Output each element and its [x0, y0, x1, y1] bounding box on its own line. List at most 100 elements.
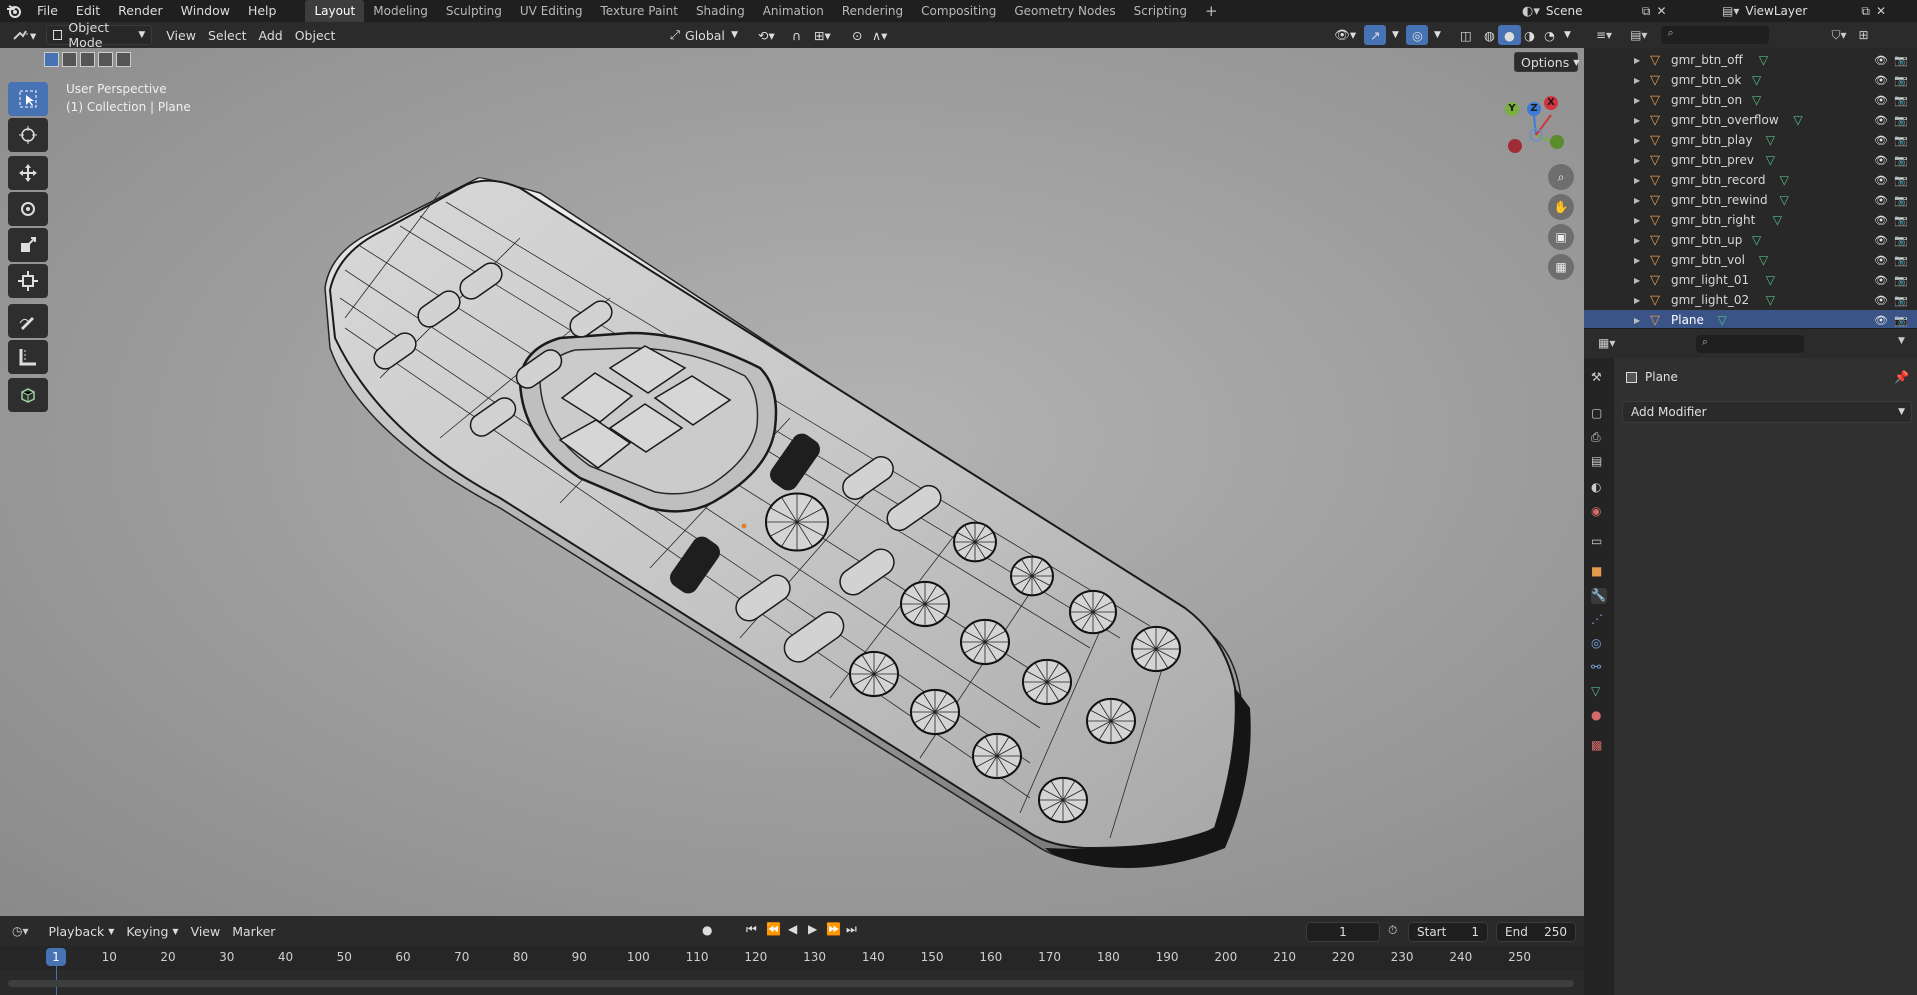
- falloff-icon[interactable]: ∧▾: [866, 25, 893, 45]
- menu-object[interactable]: Object: [289, 25, 342, 45]
- collection-tab-icon[interactable]: ▭: [1591, 534, 1607, 550]
- stopwatch-icon[interactable]: ⏱: [1388, 923, 1397, 938]
- eye-icon[interactable]: 👁: [1874, 274, 1888, 287]
- render-tab-icon[interactable]: ▢: [1591, 406, 1607, 422]
- eye-icon[interactable]: 👁: [1874, 214, 1888, 227]
- camera-icon[interactable]: 📷: [1894, 314, 1908, 327]
- mesh-data-icon[interactable]: ▽: [1759, 253, 1768, 267]
- outliner-row[interactable]: ▶ ▽ gmr_light_02 ▽ 👁 📷: [1584, 290, 1917, 310]
- tab-modeling[interactable]: Modeling: [364, 0, 437, 22]
- visibility-icon[interactable]: 👁▾: [1328, 25, 1362, 45]
- outliner-row[interactable]: ▶ ▽ gmr_btn_vol ▽ 👁 📷: [1584, 250, 1917, 270]
- outliner-item-name[interactable]: gmr_btn_play: [1671, 133, 1753, 147]
- outliner-row[interactable]: ▶ ▽ gmr_light_01 ▽ 👁 📷: [1584, 270, 1917, 290]
- properties-editor-icon[interactable]: ▦▾: [1598, 336, 1615, 350]
- round-button[interactable]: [972, 732, 1022, 780]
- tab-layout[interactable]: Layout: [305, 0, 365, 22]
- camera-icon[interactable]: 📷: [1894, 234, 1908, 247]
- menu-window[interactable]: Window: [172, 0, 239, 22]
- camera-icon[interactable]: 📷: [1894, 54, 1908, 67]
- round-button[interactable]: [1010, 555, 1054, 597]
- outliner-item-name[interactable]: gmr_btn_off: [1671, 53, 1743, 67]
- eye-icon[interactable]: 👁: [1874, 114, 1888, 127]
- eye-icon[interactable]: 👁: [1874, 254, 1888, 267]
- round-button[interactable]: [765, 492, 829, 552]
- expand-arrow-icon[interactable]: ▶: [1634, 196, 1640, 205]
- scene-tab-icon[interactable]: ◐: [1591, 480, 1607, 496]
- playhead[interactable]: 1: [46, 948, 66, 966]
- play-reverse-icon[interactable]: ◀: [788, 922, 797, 936]
- properties-search-input[interactable]: ⌕: [1696, 335, 1804, 353]
- eye-icon[interactable]: 👁: [1874, 174, 1888, 187]
- object-tab-icon[interactable]: ■: [1591, 564, 1607, 580]
- round-button[interactable]: [900, 580, 950, 628]
- expand-arrow-icon[interactable]: ▶: [1634, 276, 1640, 285]
- display-mode-icon[interactable]: ▤▾: [1630, 28, 1647, 42]
- expand-arrow-icon[interactable]: ▶: [1634, 256, 1640, 265]
- outliner-item-name[interactable]: gmr_btn_vol: [1671, 253, 1745, 267]
- menu-render[interactable]: Render: [109, 0, 172, 22]
- remote-mesh[interactable]: [0, 48, 1584, 916]
- view-layer-name[interactable]: ViewLayer: [1745, 4, 1855, 18]
- camera-icon[interactable]: 📷: [1894, 74, 1908, 87]
- camera-icon[interactable]: 📷: [1894, 194, 1908, 207]
- tab-texture-paint[interactable]: Texture Paint: [592, 0, 687, 22]
- scene-icon[interactable]: ◐▾: [1522, 4, 1540, 19]
- expand-arrow-icon[interactable]: ▶: [1634, 176, 1640, 185]
- eye-icon[interactable]: 👁: [1874, 134, 1888, 147]
- mesh-data-icon[interactable]: ▽: [1752, 233, 1761, 247]
- outliner-row[interactable]: ▶ ▽ gmr_btn_play ▽ 👁 📷: [1584, 130, 1917, 150]
- round-button[interactable]: [910, 688, 960, 736]
- eye-icon[interactable]: 👁: [1874, 314, 1888, 327]
- modifier-tab-icon[interactable]: 🔧: [1591, 588, 1607, 604]
- record-icon[interactable]: ●: [702, 923, 712, 937]
- world-tab-icon[interactable]: ◉: [1591, 504, 1607, 520]
- menu-playback[interactable]: Playback ▼: [43, 921, 121, 941]
- round-button[interactable]: [960, 618, 1010, 666]
- menu-keying[interactable]: Keying ▼: [120, 921, 184, 941]
- blender-logo-icon[interactable]: [0, 0, 28, 22]
- outliner-row[interactable]: ▶ ▽ gmr_btn_record ▽ 👁 📷: [1584, 170, 1917, 190]
- view-layer-tab-icon[interactable]: ▤: [1591, 454, 1607, 470]
- expand-arrow-icon[interactable]: ▶: [1634, 56, 1640, 65]
- add-modifier-dropdown[interactable]: Add Modifier ▼: [1622, 401, 1912, 423]
- eye-icon[interactable]: 👁: [1874, 234, 1888, 247]
- jump-prev-keyframe-icon[interactable]: ⏪: [766, 922, 781, 936]
- expand-arrow-icon[interactable]: ▶: [1634, 156, 1640, 165]
- scene-name[interactable]: Scene: [1546, 4, 1636, 18]
- timeline-editor-icon[interactable]: ◷▾: [12, 924, 29, 938]
- round-button[interactable]: [1086, 697, 1136, 745]
- timeline-scrollbar[interactable]: [8, 980, 1574, 987]
- outliner-item-name[interactable]: gmr_btn_up: [1671, 233, 1742, 247]
- outliner-row[interactable]: ▶ ▽ gmr_btn_rewind ▽ 👁 📷: [1584, 190, 1917, 210]
- round-button[interactable]: [1022, 658, 1072, 706]
- camera-icon[interactable]: 📷: [1894, 294, 1908, 307]
- round-button[interactable]: [849, 650, 899, 698]
- mesh-data-icon[interactable]: ▽: [1752, 73, 1761, 87]
- tab-shading[interactable]: Shading: [687, 0, 754, 22]
- gizmo-dropdown-icon[interactable]: ▼: [1386, 25, 1405, 45]
- shading-dropdown-icon[interactable]: ▼: [1558, 25, 1577, 45]
- jump-next-keyframe-icon[interactable]: ⏩: [826, 922, 841, 936]
- mode-dropdown[interactable]: Object Mode ▼: [46, 20, 153, 50]
- menu-edit[interactable]: Edit: [67, 0, 109, 22]
- tab-scripting[interactable]: Scripting: [1125, 0, 1196, 22]
- properties-options-icon[interactable]: ▼: [1898, 336, 1905, 346]
- menu-timeline-view[interactable]: View: [185, 921, 227, 941]
- eye-icon[interactable]: 👁: [1874, 54, 1888, 67]
- outliner-item-name[interactable]: gmr_light_02: [1671, 293, 1749, 307]
- outliner-row[interactable]: ▶ ▽ gmr_btn_off ▽ 👁 📷: [1584, 50, 1917, 70]
- outliner-row[interactable]: ▶ ▽ gmr_btn_prev ▽ 👁 📷: [1584, 150, 1917, 170]
- camera-icon[interactable]: 📷: [1894, 174, 1908, 187]
- outliner-item-name[interactable]: gmr_btn_rewind: [1671, 193, 1768, 207]
- camera-icon[interactable]: 📷: [1894, 94, 1908, 107]
- mesh-data-icon[interactable]: ▽: [1766, 293, 1775, 307]
- eye-icon[interactable]: 👁: [1874, 94, 1888, 107]
- 3d-viewport[interactable]: User Perspective (1) Collection | Plane …: [0, 48, 1584, 916]
- expand-arrow-icon[interactable]: ▶: [1634, 236, 1640, 245]
- outliner-item-name[interactable]: Plane: [1671, 313, 1704, 327]
- tab-compositing[interactable]: Compositing: [912, 0, 1005, 22]
- expand-arrow-icon[interactable]: ▶: [1634, 296, 1640, 305]
- outliner-item-name[interactable]: gmr_btn_ok: [1671, 73, 1741, 87]
- pin-icon[interactable]: 📌: [1894, 370, 1909, 384]
